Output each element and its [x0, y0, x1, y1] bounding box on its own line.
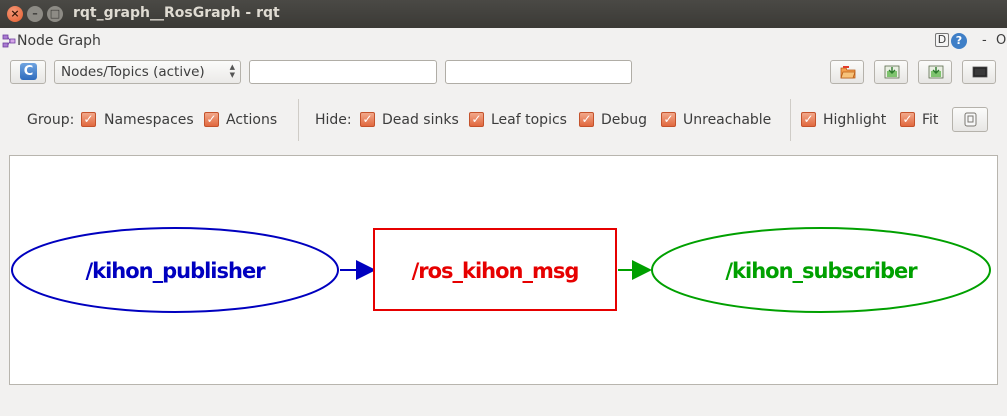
fit-view-button[interactable] — [952, 107, 988, 132]
actions-label[interactable]: Actions — [226, 112, 277, 128]
plugin-title: Node Graph — [17, 33, 101, 49]
save-icon — [884, 65, 900, 79]
highlight-checkbox[interactable]: ✓ — [801, 112, 816, 127]
graph-topic-msg[interactable]: /ros_kihon_msg — [373, 228, 617, 311]
graph-type-select[interactable]: Nodes/Topics (active) ▲ ▼ — [54, 60, 241, 84]
plugin-close-button[interactable]: O — [996, 33, 1006, 48]
help-d-button[interactable]: D — [935, 33, 949, 47]
refresh-button[interactable]: C — [10, 60, 46, 84]
refresh-icon: C — [20, 63, 37, 80]
leaf-topics-label[interactable]: Leaf topics — [491, 112, 567, 128]
fit-label[interactable]: Fit — [922, 112, 938, 128]
graph-view[interactable]: /kihon_publisher /ros_kihon_msg /kihon_s… — [10, 156, 999, 386]
unreachable-checkbox[interactable]: ✓ — [661, 112, 676, 127]
save-svg-button[interactable] — [918, 60, 952, 84]
updown-arrows-icon: ▲ ▼ — [229, 63, 235, 79]
load-dot-button[interactable] — [830, 60, 864, 84]
highlight-label[interactable]: Highlight — [823, 112, 886, 128]
fit-checkbox[interactable]: ✓ — [900, 112, 915, 127]
hide-label: Hide: — [315, 112, 352, 128]
help-icon[interactable]: ? — [951, 33, 967, 49]
graph-node-subscriber[interactable]: /kihon_subscriber — [651, 227, 991, 313]
save-icon — [928, 65, 944, 79]
topic-label: /ros_kihon_msg — [412, 259, 579, 283]
graph-type-value: Nodes/Topics (active) — [61, 64, 205, 80]
group-label: Group: — [27, 112, 75, 128]
save-dot-button[interactable] — [874, 60, 908, 84]
graph-node-publisher[interactable]: /kihon_publisher — [11, 227, 339, 313]
dead-sinks-label[interactable]: Dead sinks — [382, 112, 459, 128]
topic-filter-input[interactable] — [445, 60, 632, 84]
plugin-hide-button[interactable]: - — [982, 33, 987, 48]
folder-open-icon — [840, 66, 856, 79]
namespaces-label[interactable]: Namespaces — [104, 112, 194, 128]
window-title: rqt_graph__RosGraph - rqt — [73, 5, 280, 21]
node-graph-icon — [2, 34, 16, 48]
node-label: /kihon_subscriber — [725, 259, 918, 283]
options-separator — [790, 99, 791, 141]
screenshot-icon — [964, 112, 977, 127]
actions-checkbox[interactable]: ✓ — [204, 112, 219, 127]
window-maximize-button[interactable]: □ — [47, 6, 63, 22]
debug-checkbox[interactable]: ✓ — [579, 112, 594, 127]
debug-label[interactable]: Debug — [601, 112, 647, 128]
leaf-topics-checkbox[interactable]: ✓ — [469, 112, 484, 127]
image-icon — [972, 66, 988, 78]
node-filter-input[interactable] — [249, 60, 437, 84]
options-separator — [298, 99, 299, 141]
window-close-button[interactable]: × — [7, 6, 23, 22]
dead-sinks-checkbox[interactable]: ✓ — [360, 112, 375, 127]
save-image-button[interactable] — [962, 60, 996, 84]
namespaces-checkbox[interactable]: ✓ — [81, 112, 96, 127]
graph-canvas[interactable]: /kihon_publisher /ros_kihon_msg /kihon_s… — [9, 155, 998, 385]
window-minimize-button[interactable]: – — [27, 6, 43, 22]
unreachable-label[interactable]: Unreachable — [683, 112, 771, 128]
window-titlebar[interactable]: × – □ rqt_graph__RosGraph - rqt — [0, 0, 1007, 28]
node-label: /kihon_publisher — [85, 259, 266, 283]
